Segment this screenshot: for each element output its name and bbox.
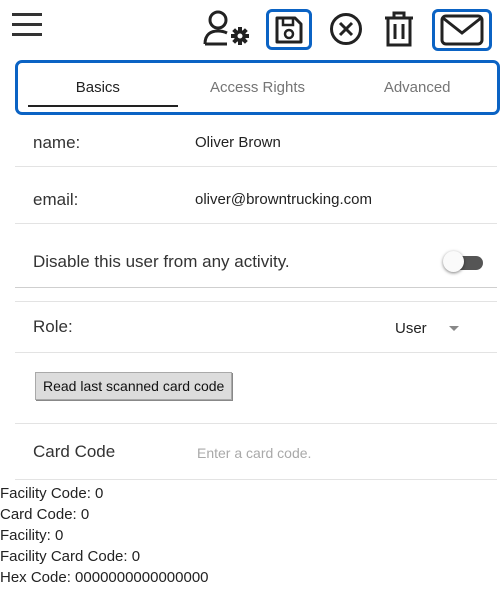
tab-bar: Basics Access Rights Advanced (15, 60, 500, 115)
disable-user-toggle[interactable] (443, 251, 485, 272)
facility-code-text: Facility Code: 0 (0, 485, 104, 502)
tab-basics[interactable]: Basics (18, 63, 178, 112)
save-button[interactable] (266, 9, 312, 50)
role-select[interactable]: User (395, 302, 459, 354)
user-settings-icon (203, 10, 249, 46)
role-row: Role: User (15, 301, 497, 353)
email-label: email: (33, 189, 79, 209)
role-value: User (395, 319, 427, 337)
name-value[interactable]: Oliver Brown (195, 134, 281, 151)
cancel-icon (330, 13, 362, 45)
email-row: email: oliver@browntrucking.com (15, 176, 497, 224)
delete-button[interactable] (381, 9, 417, 49)
read-card-code-button[interactable]: Read last scanned card code (35, 372, 233, 400)
toolbar (0, 0, 502, 56)
tab-access-rights[interactable]: Access Rights (178, 63, 338, 112)
mail-icon (440, 14, 484, 46)
mail-button[interactable] (432, 9, 492, 51)
menu-button[interactable] (12, 10, 42, 40)
disable-user-label: Disable this user from any activity. (33, 251, 290, 271)
user-settings-button[interactable] (203, 10, 253, 46)
role-label: Role: (33, 317, 73, 336)
trash-icon (385, 11, 413, 47)
hex-code-text: Hex Code: 0000000000000000 (0, 569, 209, 586)
card-code-row: Card Code (15, 425, 497, 480)
facility-text: Facility: 0 (0, 527, 64, 544)
card-code-text: Card Code: 0 (0, 506, 90, 523)
tab-advanced[interactable]: Advanced (337, 63, 497, 112)
disable-user-row: Disable this user from any activity. (15, 236, 497, 288)
name-label: name: (33, 132, 81, 152)
card-code-label: Card Code (33, 442, 116, 461)
save-icon (275, 16, 303, 43)
chevron-down-icon (448, 325, 459, 331)
read-card-row: Read last scanned card code (15, 356, 497, 424)
code-info: Facility Code: 0 Card Code: 0 Facility: … (0, 483, 209, 588)
menu-icon (12, 13, 42, 36)
name-row: name: Oliver Brown (15, 119, 497, 167)
facility-card-code-text: Facility Card Code: 0 (0, 548, 141, 565)
card-code-input[interactable] (197, 425, 477, 480)
toggle-knob[interactable] (443, 251, 464, 272)
cancel-button[interactable] (328, 11, 364, 47)
email-value[interactable]: oliver@browntrucking.com (195, 191, 372, 208)
